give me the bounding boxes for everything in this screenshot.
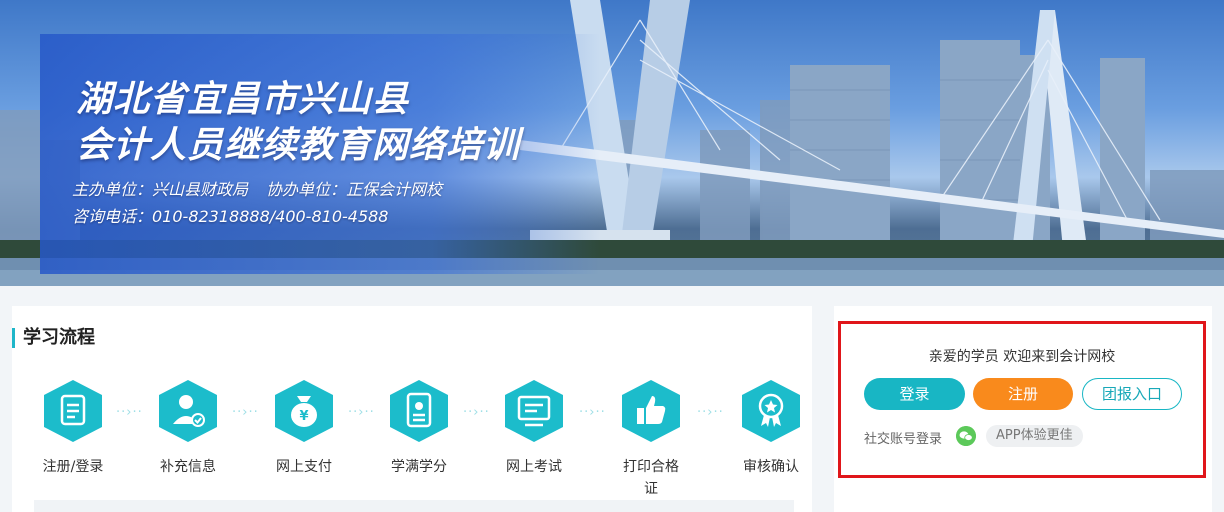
step-connector: ··›·· [463, 405, 490, 420]
svg-text:¥: ¥ [299, 409, 308, 424]
step-label: 补充信息 [160, 459, 216, 475]
step-label: 审核确认 [743, 459, 799, 475]
step-online-payment[interactable]: ¥ 网上支付 [264, 378, 344, 478]
step-connector: ··›·· [116, 405, 143, 420]
step-label: 网上考试 [506, 459, 562, 475]
step-label-line1: 打印合格 [623, 459, 679, 475]
phone-label: 咨询电话：010-82318888/400-810-4588 [72, 207, 389, 226]
money-bag-icon: ¥ [275, 380, 333, 442]
banner: 湖北省宜昌市兴山县 会计人员继续教育网络培训 主办单位：兴山县财政局 协办单位：正… [0, 0, 1224, 286]
step-label: 网上支付 [276, 459, 332, 475]
clipboard-icon [44, 380, 102, 442]
certificate-icon [390, 380, 448, 442]
step-connector: ··›·· [579, 405, 606, 420]
cohost-label: 协办单位：正保会计网校 [266, 180, 443, 199]
step-connector: ··›·· [697, 405, 724, 420]
step-label: 学满学分 [391, 459, 447, 475]
welcome-text: 亲爱的学员 欢迎来到会计网校 [928, 349, 1116, 365]
thumbs-up-icon [622, 380, 680, 442]
group-signup-button[interactable]: 团报入口 [1082, 378, 1182, 410]
step-label: 打印合格证 [611, 456, 691, 500]
wechat-icon[interactable] [956, 426, 976, 446]
step-label: 注册/登录 [42, 459, 104, 475]
social-login-label: 社交账号登录 [864, 432, 943, 447]
process-footer-strip [34, 500, 794, 512]
host-label: 主办单位：兴山县财政局 [72, 180, 249, 199]
award-badge-icon [742, 380, 800, 442]
step-earn-credits[interactable]: 学满学分 [379, 378, 459, 478]
step-print-certificate[interactable]: 打印合格证 [611, 378, 691, 500]
login-button[interactable]: 登录 [864, 378, 965, 410]
app-badge[interactable]: APP体验更佳 [986, 425, 1083, 447]
banner-title-line2: 会计人员继续教育网络培训 [76, 125, 521, 166]
step-label-line2: 证 [644, 481, 658, 497]
step-connector: ··›·· [232, 405, 259, 420]
user-check-icon [159, 380, 217, 442]
step-register-login[interactable]: 注册/登录 [33, 378, 113, 478]
register-button[interactable]: 注册 [973, 378, 1073, 410]
monitor-icon [505, 380, 563, 442]
organizers-line: 主办单位：兴山县财政局 协办单位：正保会计网校 [72, 176, 442, 200]
step-supplement-info[interactable]: 补充信息 [148, 378, 228, 478]
process-title: 学习流程 [12, 328, 95, 348]
banner-title-line1: 湖北省宜昌市兴山县 [76, 79, 410, 120]
step-online-exam[interactable]: 网上考试 [494, 378, 574, 478]
step-connector: ··›·· [348, 405, 375, 420]
step-review-confirm[interactable]: 审核确认 [731, 378, 811, 478]
